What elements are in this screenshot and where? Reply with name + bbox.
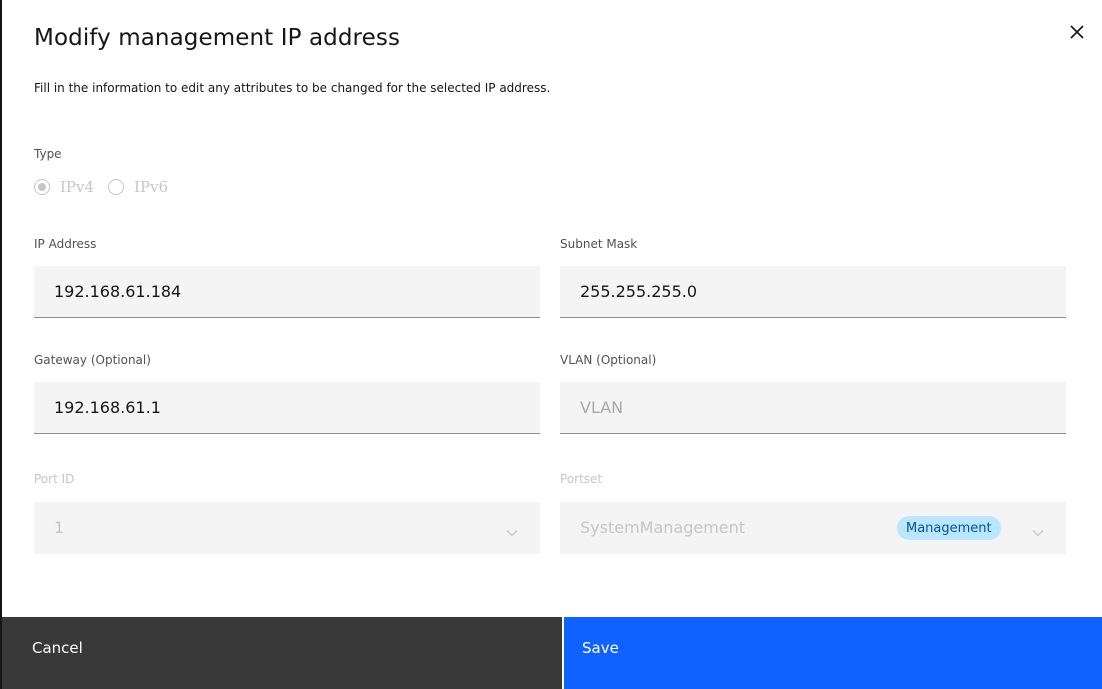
port-id-select[interactable]: 1 [34,502,540,554]
save-button[interactable]: Save [562,617,1102,689]
chevron-down-icon [1032,522,1044,541]
close-icon [1070,24,1084,43]
radio-ipv6[interactable]: IPv6 [108,178,168,196]
port-id-label: Port ID [34,472,75,486]
radio-selected-icon [34,179,50,195]
vlan-label: VLAN (Optional) [560,353,657,367]
modal-description: Fill in the information to edit any attr… [34,81,551,95]
cancel-button[interactable]: Cancel [2,617,562,689]
ip-address-input[interactable]: 192.168.61.184 [34,266,540,318]
type-radio-group: IPv4 IPv6 [34,174,182,200]
portset-tag: Management [897,516,1001,540]
type-label: Type [34,147,62,161]
gateway-label: Gateway (Optional) [34,353,151,367]
portset-value: SystemManagement [580,518,746,537]
subnet-mask-label: Subnet Mask [560,237,638,251]
portset-select[interactable]: SystemManagement Management [560,502,1066,554]
subnet-mask-input[interactable]: 255.255.255.0 [560,266,1066,318]
radio-ipv6-label: IPv6 [134,178,169,196]
gateway-input[interactable]: 192.168.61.1 [34,382,540,434]
modify-ip-modal: Modify management IP address Fill in the… [0,0,1102,689]
modal-footer: Cancel Save [2,617,1102,689]
radio-ipv4-label: IPv4 [60,178,95,196]
modal-title: Modify management IP address [34,25,401,51]
radio-ipv4[interactable]: IPv4 [34,178,94,196]
chevron-down-icon [506,522,518,541]
close-button[interactable] [1062,18,1092,48]
port-id-value: 1 [54,518,65,537]
vlan-input[interactable]: VLAN [560,382,1066,434]
ip-address-label: IP Address [34,237,97,251]
radio-unselected-icon [108,179,125,195]
portset-label: Portset [560,472,603,486]
